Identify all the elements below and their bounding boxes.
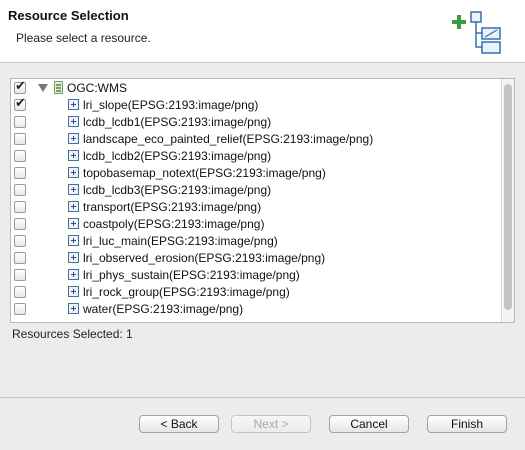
row-checkbox[interactable] [14, 116, 26, 128]
layer-plus-icon [68, 99, 79, 110]
back-button[interactable]: < Back [139, 415, 219, 433]
tree-item-label: lri_phys_sustain(EPSG:2193:image/png) [83, 268, 300, 282]
tree-item-layer[interactable]: lri_phys_sustain(EPSG:2193:image/png) [11, 267, 501, 284]
row-checkbox[interactable] [14, 133, 26, 145]
finish-button[interactable]: Finish [427, 415, 507, 433]
checkmark-icon: ✔ [15, 78, 26, 93]
layer-plus-icon [68, 150, 79, 161]
layer-plus-icon [68, 235, 79, 246]
resource-tree[interactable]: ✔ OGC:WMS ✔ lri_slope(EPSG:2193:image/png)l… [10, 78, 515, 323]
row-checkbox[interactable]: ✔ [14, 78, 26, 94]
tree-item-layer[interactable]: transport(EPSG:2193:image/png) [11, 199, 501, 216]
tree-item-layer[interactable]: lcdb_lcdb2(EPSG:2193:image/png) [11, 148, 501, 165]
next-button[interactable]: Next > [231, 415, 311, 433]
layer-plus-icon [68, 167, 79, 178]
layer-plus-icon [68, 133, 79, 144]
layer-plus-icon [68, 218, 79, 229]
layer-plus-icon [68, 184, 79, 195]
row-checkbox[interactable] [14, 201, 26, 213]
layer-plus-icon [68, 252, 79, 263]
tree-item-label: transport(EPSG:2193:image/png) [83, 200, 262, 214]
tree-item-label: lcdb_lcdb3(EPSG:2193:image/png) [83, 183, 272, 197]
row-checkbox[interactable] [14, 286, 26, 298]
tree-item-label: water(EPSG:2193:image/png) [83, 302, 244, 316]
tree-item-label: landscape_eco_painted_relief(EPSG:2193:i… [83, 132, 374, 146]
tree-item-label: lri_slope(EPSG:2193:image/png) [83, 98, 259, 112]
layer-plus-icon [68, 116, 79, 127]
tree-item-label: topobasemap_notext(EPSG:2193:image/png) [83, 166, 326, 180]
tree-item-layer[interactable]: lcdb_lcdb1(EPSG:2193:image/png) [11, 114, 501, 131]
tree-item-label: coastpoly(EPSG:2193:image/png) [83, 217, 265, 231]
layer-plus-icon [68, 286, 79, 297]
tree-item-layer[interactable]: coastpoly(EPSG:2193:image/png) [11, 216, 501, 233]
tree-item-label: lcdb_lcdb2(EPSG:2193:image/png) [83, 149, 272, 163]
tree-item-layer[interactable]: landscape_eco_painted_relief(EPSG:2193:i… [11, 131, 501, 148]
cancel-button[interactable]: Cancel [329, 415, 409, 433]
tree-item-label: lri_observed_erosion(EPSG:2193:image/png… [83, 251, 326, 265]
tree-scrollbar[interactable] [501, 79, 514, 322]
tree-root-ogc-wms[interactable]: ✔ OGC:WMS [11, 78, 501, 97]
row-checkbox[interactable] [14, 269, 26, 281]
checkmark-icon: ✔ [15, 95, 26, 110]
tree-item-layer[interactable]: lri_observed_erosion(EPSG:2193:image/png… [11, 250, 501, 267]
tree-item-layer[interactable]: ✔ lri_slope(EPSG:2193:image/png) [11, 95, 501, 114]
tree-item-layer[interactable]: lcdb_lcdb3(EPSG:2193:image/png) [11, 182, 501, 199]
row-checkbox[interactable] [14, 150, 26, 162]
tree-item-layer[interactable]: lri_luc_main(EPSG:2193:image/png) [11, 233, 501, 250]
layer-plus-icon [68, 269, 79, 280]
tree-item-layer[interactable]: water(EPSG:2193:image/png) [11, 301, 501, 318]
expand-triangle-icon[interactable] [38, 84, 48, 92]
row-checkbox[interactable] [14, 218, 26, 230]
layer-plus-icon [68, 201, 79, 212]
tree-item-layer[interactable]: topobasemap_notext(EPSG:2193:image/png) [11, 165, 501, 182]
row-checkbox[interactable] [14, 184, 26, 196]
layer-plus-icon [68, 303, 79, 314]
tree-item-label: lri_luc_main(EPSG:2193:image/png) [83, 234, 278, 248]
tree-item-label: lcdb_lcdb1(EPSG:2193:image/png) [83, 115, 272, 129]
resources-selected-status: Resources Selected: 1 [12, 327, 133, 341]
row-checkbox[interactable] [14, 235, 26, 247]
tree-item-label: lri_rock_group(EPSG:2193:image/png) [83, 285, 290, 299]
tree-root-label: OGC:WMS [67, 81, 127, 95]
page-title: Resource Selection [8, 8, 129, 23]
button-bar-separator [0, 397, 525, 398]
row-checkbox[interactable]: ✔ [14, 95, 26, 111]
wizard-add-resource-icon [452, 11, 501, 54]
tree-item-layer[interactable]: lri_rock_group(EPSG:2193:image/png) [11, 284, 501, 301]
row-checkbox[interactable] [14, 252, 26, 264]
server-icon [54, 81, 63, 94]
page-subtitle: Please select a resource. [16, 31, 151, 45]
scrollbar-thumb[interactable] [504, 84, 512, 310]
row-checkbox[interactable] [14, 303, 26, 315]
row-checkbox[interactable] [14, 167, 26, 179]
wizard-header: Resource Selection Please select a resou… [0, 0, 525, 63]
